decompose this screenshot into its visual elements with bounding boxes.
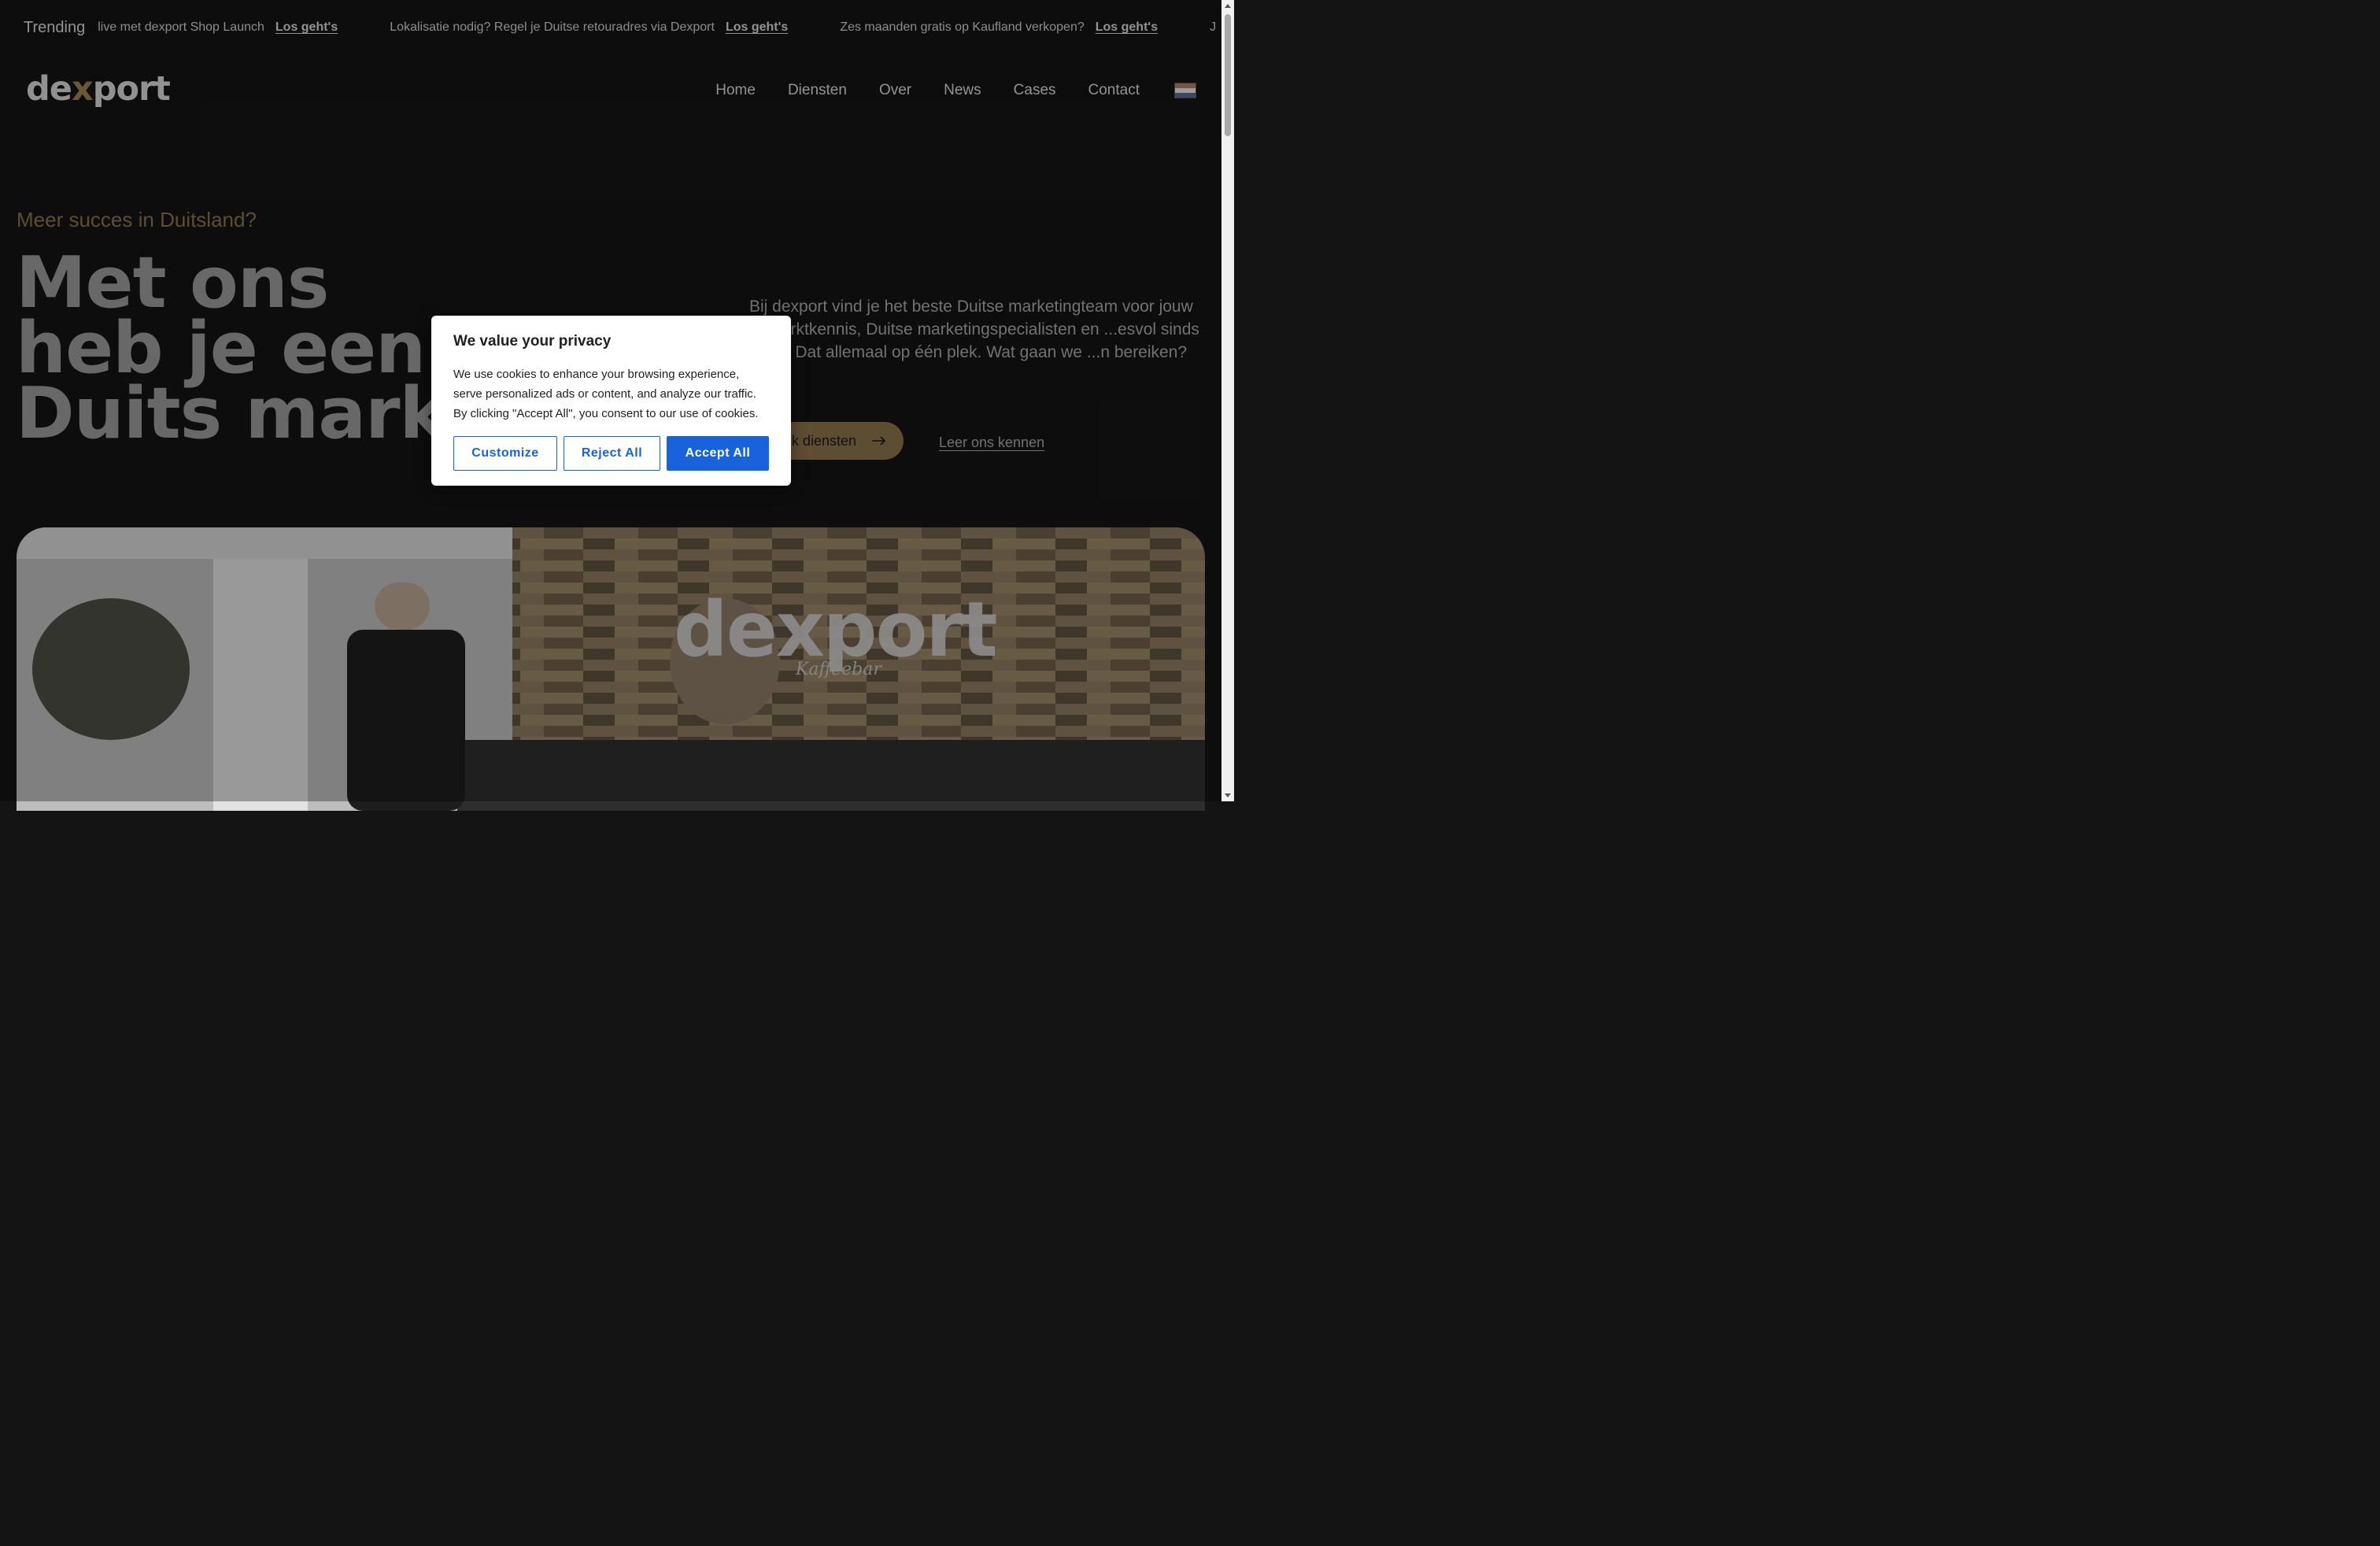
scroll-down-icon[interactable] (1225, 793, 1231, 797)
scroll-thumb[interactable] (1225, 14, 1231, 136)
cookie-title: We value your privacy (453, 333, 612, 350)
cookie-buttons: Customize Reject All Accept All (453, 436, 769, 471)
page-scrollbar[interactable] (1221, 0, 1234, 801)
cookie-body: We use cookies to enhance your browsing … (453, 368, 759, 420)
reject-all-button[interactable]: Reject All (564, 436, 660, 471)
scroll-up-icon[interactable] (1225, 4, 1231, 8)
accept-all-button[interactable]: Accept All (667, 436, 769, 471)
customize-button[interactable]: Customize (453, 436, 557, 471)
cookie-consent-modal: We value your privacy We use cookies to … (431, 316, 791, 486)
